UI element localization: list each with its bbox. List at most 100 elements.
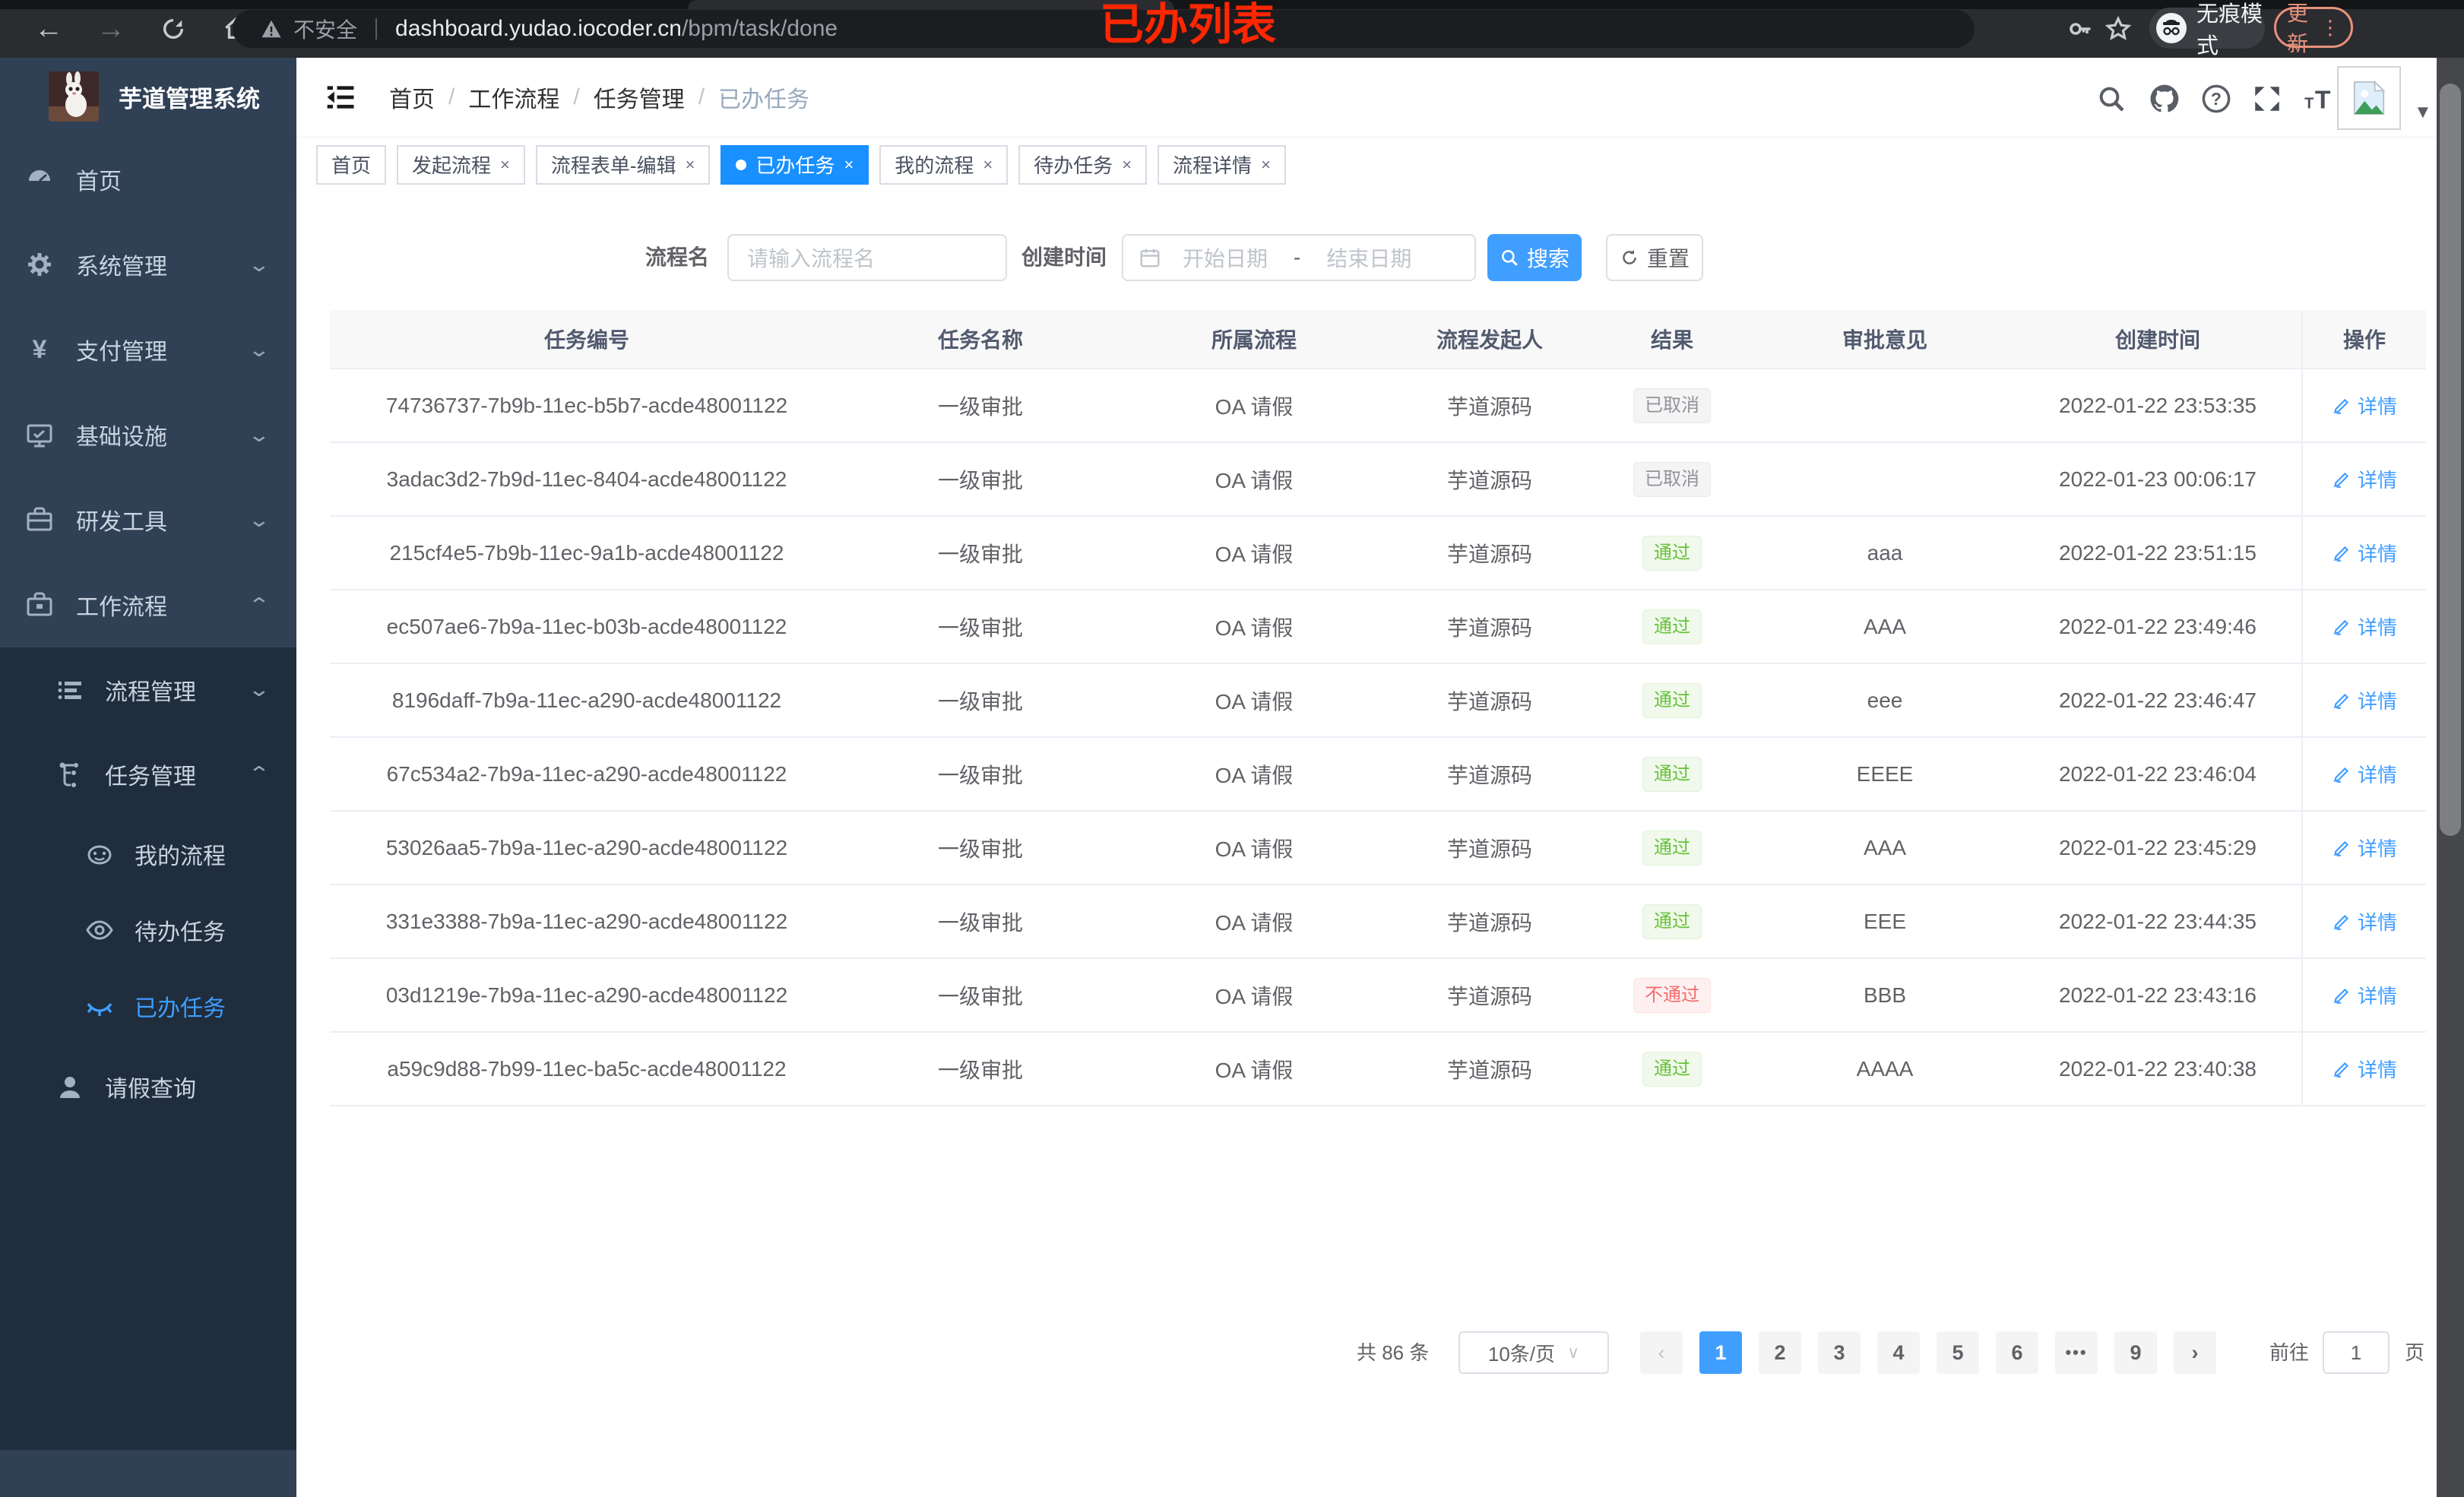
pagination-page-6[interactable]: 6 xyxy=(1996,1331,2038,1374)
security-label[interactable]: 不安全 xyxy=(293,14,357,44)
pagination-goto-input[interactable]: 1 xyxy=(2323,1331,2390,1374)
reset-button[interactable]: 重置 xyxy=(1606,234,1703,281)
font-size-icon[interactable]: TT xyxy=(2300,79,2339,119)
pagination-page-3[interactable]: 3 xyxy=(1818,1331,1861,1374)
result-tag: 已取消 xyxy=(1633,388,1711,423)
browser-forward-button[interactable]: → xyxy=(90,8,132,50)
cell-result: 已取消 xyxy=(1588,443,1756,515)
cell-create-time: 2022-01-22 23:49:46 xyxy=(2059,614,2257,638)
table-header-cell: 操作 xyxy=(2301,310,2426,368)
pagination-page-2[interactable]: 2 xyxy=(1759,1331,1801,1374)
sidebar-item-label: 待办任务 xyxy=(135,920,226,945)
breadcrumb-separator: / xyxy=(573,84,580,109)
table-header-cell: 流程发起人 xyxy=(1436,328,1543,352)
cell-process-name: OA 请假 xyxy=(1215,468,1294,492)
password-key-icon[interactable] xyxy=(2061,11,2099,47)
sidebar-item-我的流程[interactable]: 我的流程 xyxy=(0,816,296,892)
tab-close-icon[interactable]: × xyxy=(1122,155,1132,175)
sidebar-item-流程管理[interactable]: 流程管理 ⌄ xyxy=(0,647,296,732)
detail-link[interactable]: 详情 xyxy=(2332,686,2397,714)
avatar-dropdown-caret-icon[interactable]: ▼ xyxy=(2414,102,2432,123)
svg-text:?: ? xyxy=(2211,89,2222,109)
tab-流程详情[interactable]: 流程详情 × xyxy=(1158,144,1286,185)
sidebar-item-研发工具[interactable]: 研发工具 ⌄ xyxy=(0,477,296,562)
tab-发起流程[interactable]: 发起流程 × xyxy=(397,144,525,185)
fullscreen-icon[interactable] xyxy=(2247,79,2287,119)
detail-link[interactable]: 详情 xyxy=(2332,1055,2397,1083)
result-tag: 不通过 xyxy=(1633,977,1711,1013)
pagination-page-1[interactable]: 1 xyxy=(1699,1331,1742,1374)
pagination-prev-button[interactable]: ‹ xyxy=(1640,1331,1683,1374)
detail-link[interactable]: 详情 xyxy=(2332,465,2397,493)
cell-create-time: 2022-01-22 23:43:16 xyxy=(2059,983,2257,1007)
github-icon[interactable] xyxy=(2145,79,2184,119)
help-question-icon[interactable]: ? xyxy=(2196,79,2236,119)
detail-link[interactable]: 详情 xyxy=(2332,612,2397,641)
browser-update-button[interactable]: 更新 ⋮ xyxy=(2274,2,2353,55)
url-host: dashboard.yudao.iocoder.cn xyxy=(395,16,682,41)
tab-close-icon[interactable]: × xyxy=(844,155,854,175)
cell-comment: aaa xyxy=(1867,540,1903,565)
sidebar-collapse-icon[interactable] xyxy=(325,81,358,114)
result-tag: 通过 xyxy=(1642,1051,1702,1087)
browser-scrollbar[interactable] xyxy=(2437,58,2464,1497)
tab-已办任务[interactable]: 已办任务 × xyxy=(721,144,869,185)
table-row: 74736737-7b9b-11ec-b5b7-acde48001122 一级审批… xyxy=(330,369,2426,443)
breadcrumb-item[interactable]: 工作流程 xyxy=(468,81,559,114)
pagination-page-4[interactable]: 4 xyxy=(1877,1331,1920,1374)
browser-back-button[interactable]: ← xyxy=(27,8,70,50)
update-label[interactable]: 更新 xyxy=(2287,0,2320,58)
tab-流程表单-编辑[interactable]: 流程表单-编辑 × xyxy=(535,144,711,185)
detail-link[interactable]: 详情 xyxy=(2332,760,2397,788)
breadcrumb-item[interactable]: 首页 xyxy=(389,81,435,114)
sidebar-item-首页[interactable]: 首页 xyxy=(0,137,296,222)
sidebar-menu-top: 首页 系统管理 ⌄ ¥ 支付管理 ⌄ 基础设施 ⌄ 研发工具 ⌄ 工作流程 ⌃ xyxy=(0,137,296,647)
app-logo-row[interactable]: 芋道管理系统 xyxy=(0,58,296,132)
sidebar-item-基础设施[interactable]: 基础设施 ⌄ xyxy=(0,392,296,477)
detail-link[interactable]: 详情 xyxy=(2332,907,2397,935)
cell-process-name: OA 请假 xyxy=(1215,1058,1294,1082)
detail-link[interactable]: 详情 xyxy=(2332,981,2397,1009)
tab-close-icon[interactable]: × xyxy=(983,155,993,175)
sidebar-item-任务管理[interactable]: 任务管理 ⌃ xyxy=(0,732,296,816)
user-avatar[interactable] xyxy=(2337,66,2401,130)
sidebar-item-label: 任务管理 xyxy=(105,764,196,790)
sidebar-item-待办任务[interactable]: 待办任务 xyxy=(0,892,296,968)
browser-reload-button[interactable] xyxy=(152,8,195,50)
search-button[interactable]: 搜索 xyxy=(1487,234,1582,281)
eye-icon xyxy=(83,913,116,947)
process-name-input[interactable]: 请输入流程名 xyxy=(727,234,1007,281)
table-row: 67c534a2-7b9a-11ec-a290-acde48001122 一级审批… xyxy=(330,738,2426,812)
sidebar: 芋道管理系统 首页 系统管理 ⌄ ¥ 支付管理 ⌄ 基础设施 ⌄ 研发工具 ⌄ 工作流程 ⌃ 流程管理… xyxy=(0,58,296,1497)
tab-我的流程[interactable]: 我的流程 × xyxy=(879,144,1009,185)
detail-link[interactable]: 详情 xyxy=(2332,539,2397,567)
sidebar-item-label: 基础设施 xyxy=(76,425,167,450)
sidebar-item-系统管理[interactable]: 系统管理 ⌄ xyxy=(0,222,296,307)
header-search-icon[interactable] xyxy=(2092,79,2131,119)
pagination-page-5[interactable]: 5 xyxy=(1937,1331,1979,1374)
sidebar-submenu: 流程管理 ⌄ 任务管理 ⌃ 我的流程待办任务已办任务 请假查询 xyxy=(0,647,296,1450)
tab-待办任务[interactable]: 待办任务 × xyxy=(1018,144,1148,185)
tab-close-icon[interactable]: × xyxy=(500,155,510,175)
create-time-range-input[interactable]: 开始日期 - 结束日期 xyxy=(1122,234,1476,281)
scrollbar-thumb[interactable] xyxy=(2440,84,2461,836)
result-tag: 通过 xyxy=(1642,904,1702,939)
pagination-page-9[interactable]: 9 xyxy=(2114,1331,2157,1374)
sidebar-item-工作流程[interactable]: 工作流程 ⌃ xyxy=(0,562,296,647)
detail-link[interactable]: 详情 xyxy=(2332,391,2397,419)
bookmark-star-icon[interactable] xyxy=(2099,11,2137,47)
detail-link[interactable]: 详情 xyxy=(2332,834,2397,862)
select-caret-icon: ∨ xyxy=(1567,1343,1580,1362)
tab-label: 流程详情 xyxy=(1173,154,1253,177)
browser-menu-dots-icon[interactable]: ⋮ xyxy=(2320,17,2340,37)
tab-close-icon[interactable]: × xyxy=(1261,155,1271,175)
sidebar-item-label: 系统管理 xyxy=(76,255,167,280)
pagination-next-button[interactable]: › xyxy=(2174,1331,2216,1374)
page-size-select[interactable]: 10条/页 ∨ xyxy=(1458,1331,1609,1374)
sidebar-item-已办任务[interactable]: 已办任务 xyxy=(0,968,296,1044)
tab-close-icon[interactable]: × xyxy=(686,155,695,175)
sidebar-item-支付管理[interactable]: ¥ 支付管理 ⌄ xyxy=(0,307,296,392)
sidebar-item-请假查询[interactable]: 请假查询 xyxy=(0,1044,296,1128)
tab-首页[interactable]: 首页 xyxy=(316,144,387,185)
breadcrumb-item[interactable]: 任务管理 xyxy=(594,81,685,114)
